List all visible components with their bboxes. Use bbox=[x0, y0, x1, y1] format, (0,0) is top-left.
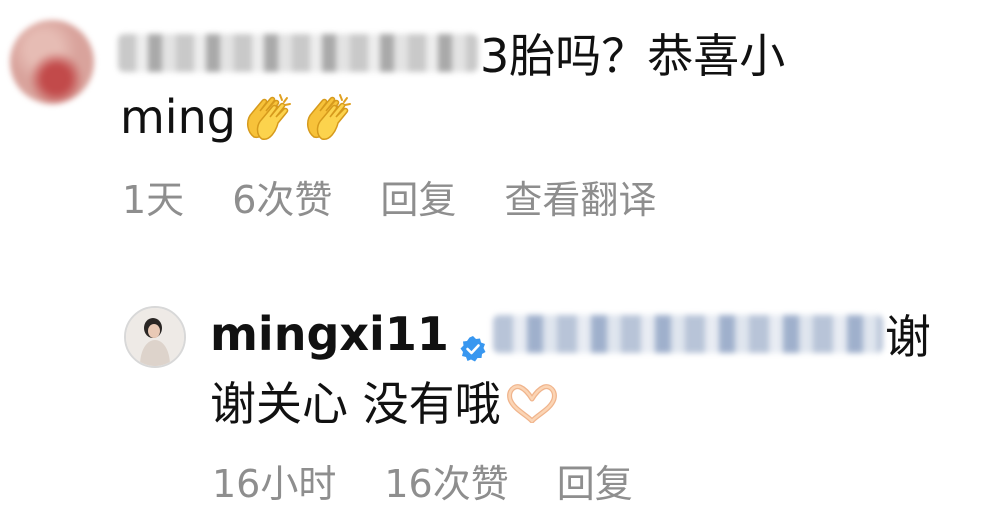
comment-text: 3胎吗？恭喜小 bbox=[480, 29, 786, 83]
comment-text-line-2: ming bbox=[120, 82, 356, 152]
comment-text-continued: ming bbox=[120, 90, 236, 144]
comment-likes-count[interactable]: 6次赞 bbox=[232, 169, 332, 224]
commenter-avatar[interactable] bbox=[10, 20, 94, 104]
reply-text-line-2: 谢关心 没有哦 bbox=[210, 366, 559, 436]
reply-time: 16小时 bbox=[212, 461, 337, 506]
reply-likes-count[interactable]: 16次赞 bbox=[384, 453, 508, 508]
heart-hands-icon bbox=[505, 380, 559, 424]
reply-text: 谢 bbox=[884, 310, 931, 364]
clapping-hands-icon bbox=[300, 91, 356, 143]
reply-reply-button[interactable]: 回复 bbox=[557, 453, 633, 508]
reply-avatar[interactable] bbox=[124, 306, 186, 368]
reply-text-line-1: mingxi11 谢 bbox=[210, 302, 931, 366]
comment-translate-button[interactable]: 查看翻译 bbox=[504, 169, 656, 224]
reply-username[interactable]: mingxi11 bbox=[210, 307, 449, 361]
reply-meta-row: 16小时 16次赞 回复 bbox=[212, 450, 681, 510]
clapping-hands-icon bbox=[240, 91, 296, 143]
comment-text-line-1: 3胎吗？恭喜小 bbox=[118, 18, 785, 88]
comment-reply-button[interactable]: 回复 bbox=[380, 169, 456, 224]
comment-meta-row: 1天 6次赞 回复 查看翻译 bbox=[122, 166, 704, 226]
comment-time: 1天 bbox=[122, 177, 185, 222]
blurred-mention[interactable] bbox=[492, 315, 883, 353]
blurred-mention[interactable] bbox=[118, 34, 478, 72]
reply-text-continued: 谢关心 没有哦 bbox=[210, 377, 501, 431]
verified-badge-icon bbox=[459, 320, 487, 362]
